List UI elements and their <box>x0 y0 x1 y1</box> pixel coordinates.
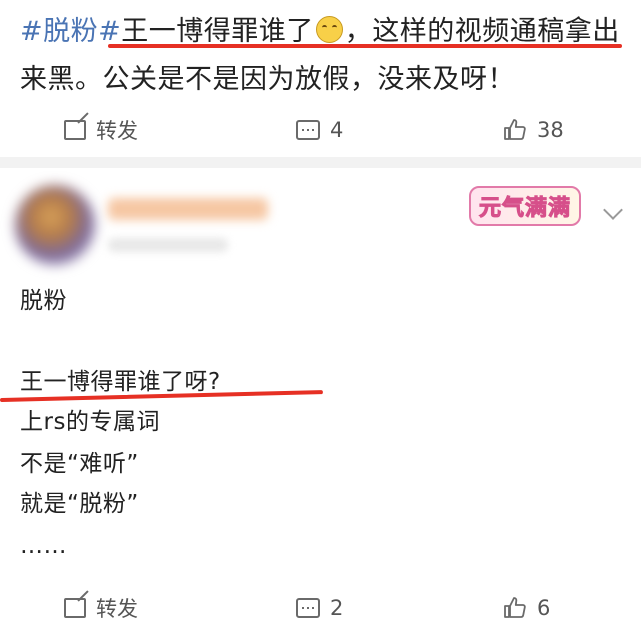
comment-icon <box>296 120 320 140</box>
like-button[interactable]: 38 <box>503 110 564 150</box>
badge-text: 元气满满 <box>468 186 581 226</box>
underline-annotation <box>108 44 622 48</box>
post2-line-6: …… <box>20 533 67 559</box>
post2-action-bar: 转发 2 6 <box>0 588 641 628</box>
repost-label: 转发 <box>96 119 138 143</box>
thumbs-up-icon <box>504 597 526 618</box>
like-count: 38 <box>537 118 564 142</box>
username-blurred[interactable] <box>108 198 268 220</box>
repost-button[interactable]: 转发 <box>64 110 138 150</box>
repost-label: 转发 <box>96 597 138 621</box>
chevron-down-icon[interactable] <box>603 200 623 220</box>
post2-line-4: 不是“难听” <box>20 451 139 477</box>
post-body-text: #脱粉#王一博得罪谁了 ，这样的视频通稿拿出来黑。公关是不是因为放假，没来及呀！ <box>20 8 625 104</box>
post-text-part1: 王一博得罪谁了 <box>121 16 314 47</box>
share-icon <box>64 120 86 140</box>
post2-line-1: 脱粉 <box>20 288 67 314</box>
post2-line-5: 就是“脱粉” <box>20 491 139 517</box>
decoration-badge: 元气满满 <box>452 183 598 229</box>
comment-count: 4 <box>330 118 344 142</box>
repost-button[interactable]: 转发 <box>64 588 138 628</box>
like-button[interactable]: 6 <box>503 588 550 628</box>
post2-line-3: 上rs的专属词 <box>20 409 160 435</box>
comment-icon <box>296 598 320 618</box>
share-icon <box>64 598 86 618</box>
post-meta-blurred <box>108 238 228 252</box>
avatar[interactable] <box>15 185 95 265</box>
comment-count: 2 <box>330 596 344 620</box>
like-count: 6 <box>537 596 551 620</box>
comment-button[interactable]: 4 <box>296 110 343 150</box>
laughing-crying-emoji-icon <box>315 16 343 43</box>
hashtag-link[interactable]: #脱粉# <box>20 16 121 47</box>
post-action-bar: 转发 4 38 <box>0 110 641 150</box>
section-divider <box>0 157 641 168</box>
comment-button[interactable]: 2 <box>296 588 343 628</box>
thumbs-up-icon <box>504 119 526 140</box>
